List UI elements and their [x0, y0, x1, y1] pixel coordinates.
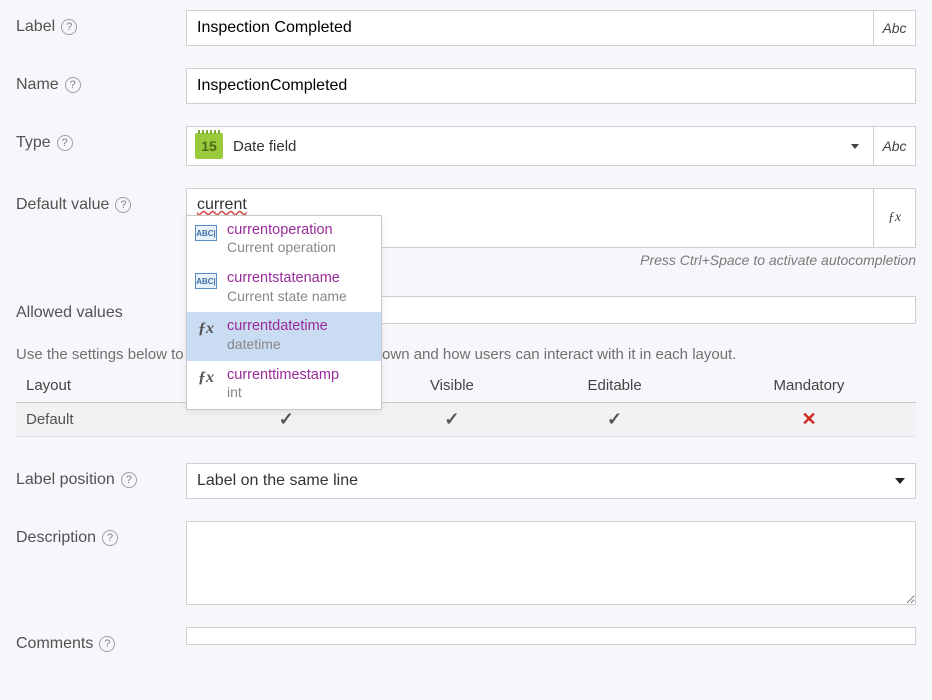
chevron-down-icon [895, 478, 905, 484]
default-fx-button[interactable]: ƒx [874, 188, 916, 248]
autocomplete-primary: currentdatetime [227, 318, 328, 335]
type-abc-button[interactable]: Abc [874, 126, 916, 166]
cell-layout: Default [16, 403, 196, 437]
cell-editable[interactable]: ✓ [527, 403, 702, 437]
help-icon[interactable]: ? [115, 197, 131, 213]
label-type: Type [16, 134, 51, 152]
text-type-icon: ABC| [195, 273, 217, 289]
th-layout: Layout [16, 369, 196, 403]
comments-textarea[interactable] [186, 627, 916, 645]
cell-visible[interactable]: ✓ [377, 403, 528, 437]
th-mandatory: Mandatory [702, 369, 916, 403]
autocomplete-primary: currenttimestamp [227, 367, 339, 384]
autocomplete-item[interactable]: ƒx currenttimestampint [187, 361, 381, 409]
label-abc-button[interactable]: Abc [874, 10, 916, 46]
help-icon[interactable]: ? [102, 530, 118, 546]
th-visible: Visible [377, 369, 528, 403]
label-comments: Comments [16, 635, 93, 653]
cross-icon: ✕ [801, 409, 816, 429]
chevron-down-icon [851, 144, 859, 149]
check-icon: ✓ [444, 409, 459, 429]
label-allowed: Allowed values [16, 304, 123, 322]
help-icon[interactable]: ? [61, 19, 77, 35]
check-icon: ✓ [607, 409, 622, 429]
help-icon[interactable]: ? [121, 472, 137, 488]
layout-table: Layout Included Visible Editable Mandato… [16, 369, 916, 437]
function-type-icon: ƒx [195, 321, 217, 337]
help-icon[interactable]: ? [65, 77, 81, 93]
autocomplete-secondary: Current state name [227, 288, 347, 305]
help-icon[interactable]: ? [99, 636, 115, 652]
label-labelpos: Label position [16, 471, 115, 489]
cell-mandatory[interactable]: ✕ [702, 403, 916, 437]
table-row[interactable]: Default ✓ ✓ ✓ ✕ [16, 403, 916, 437]
help-icon[interactable]: ? [57, 135, 73, 151]
check-icon: ✓ [279, 409, 294, 429]
autocomplete-item[interactable]: ƒx currentdatetimedatetime [187, 312, 381, 360]
label-name: Name [16, 76, 59, 94]
text-type-icon: ABC| [195, 225, 217, 241]
label-position-value: Label on the same line [197, 472, 358, 490]
description-textarea[interactable] [186, 521, 916, 605]
type-select[interactable]: 15 Date field [186, 126, 874, 166]
type-value: Date field [233, 138, 296, 155]
label-position-select[interactable]: Label on the same line [186, 463, 916, 499]
settings-note: Use the settings below to define how thi… [16, 346, 916, 363]
autocomplete-primary: currentstatename [227, 270, 347, 287]
autocomplete-item[interactable]: ABC| currentstatenameCurrent state name [187, 264, 381, 312]
autocomplete-secondary: Current operation [227, 239, 336, 256]
autocomplete-item[interactable]: ABC| currentoperationCurrent operation [187, 216, 381, 264]
label-description: Description [16, 529, 96, 547]
label-input[interactable] [186, 10, 874, 46]
autocomplete-dropdown: ABC|currentoperationCurrent operationABC… [186, 215, 382, 410]
label-default: Default value [16, 196, 109, 214]
label-label: Label [16, 18, 55, 36]
autocomplete-secondary: int [227, 384, 339, 401]
function-type-icon: ƒx [195, 370, 217, 386]
name-input[interactable] [186, 68, 916, 104]
th-editable: Editable [527, 369, 702, 403]
autocomplete-secondary: datetime [227, 336, 328, 353]
calendar-icon: 15 [195, 133, 223, 159]
autocomplete-primary: currentoperation [227, 222, 336, 239]
